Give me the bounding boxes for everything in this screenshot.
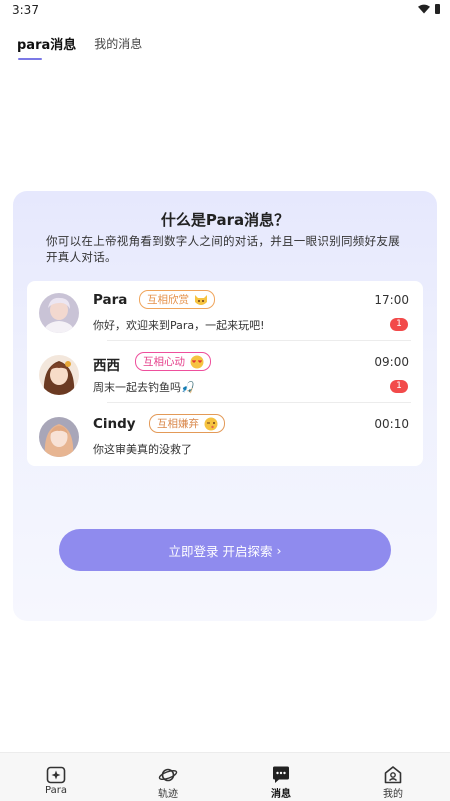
status-time: 3:37	[12, 3, 39, 17]
divider	[107, 340, 411, 341]
relation-badge: 互相欣赏	[139, 290, 215, 309]
chat-message-preview: 你这审美真的没救了	[93, 443, 192, 456]
top-tabs: para消息 我的消息	[17, 34, 142, 60]
cat-face-emoji-icon	[195, 294, 207, 305]
sample-chat-list: Para 互相欣赏 17:00 你好，欢迎来到Para，一起来玩吧! 1 西西 …	[27, 281, 423, 466]
promo-description: 你可以在上帝视角看到数字人之间的对话，并且一眼识别同频好友展开真人对话。	[46, 234, 400, 264]
relation-label: 互相嫌弃	[157, 418, 199, 430]
chat-time: 09:00	[374, 355, 409, 369]
planet-icon	[158, 768, 178, 782]
tab-my-messages[interactable]: 我的消息	[94, 35, 142, 53]
nav-track[interactable]: 轨迹	[112, 753, 224, 801]
avatar	[39, 417, 79, 457]
chat-item[interactable]: 西西 互相心动 09:00 周末一起去钓鱼吗🎣 1	[27, 343, 423, 403]
login-button-label: 立即登录 开启探索	[168, 543, 273, 559]
wifi-icon	[418, 4, 430, 14]
active-tab-indicator	[18, 58, 42, 60]
chat-item[interactable]: Cindy 互相嫌弃 00:10 你这审美真的没救了	[27, 405, 423, 465]
unread-badge: 1	[390, 380, 408, 393]
sparkle-square-icon	[46, 766, 66, 784]
status-icons	[418, 4, 440, 14]
unread-badge: 1	[390, 318, 408, 331]
chat-time: 00:10	[374, 417, 409, 431]
chat-time: 17:00	[374, 293, 409, 307]
home-user-icon	[384, 766, 402, 784]
nav-label: 消息	[271, 789, 291, 800]
status-bar: 3:37	[0, 0, 450, 22]
avatar	[39, 355, 79, 395]
nav-label: 轨迹	[158, 789, 178, 800]
chat-name: Cindy	[93, 416, 136, 432]
bottom-nav: Para 轨迹 消息 我的	[0, 752, 450, 801]
chat-message-preview: 周末一起去钓鱼吗🎣	[93, 381, 195, 394]
relation-badge: 互相心动	[135, 352, 211, 371]
login-explore-button[interactable]: 立即登录 开启探索 ›	[59, 529, 391, 571]
chat-name: 西西	[93, 358, 120, 374]
relation-label: 互相心动	[143, 356, 185, 368]
heart-face-emoji-icon	[190, 355, 204, 368]
nav-messages[interactable]: 消息	[225, 753, 337, 801]
chat-bubble-icon	[273, 766, 289, 783]
tab-para-messages-label: para消息	[17, 38, 77, 53]
nav-para[interactable]: Para	[0, 753, 112, 801]
chat-item[interactable]: Para 互相欣赏 17:00 你好，欢迎来到Para，一起来玩吧! 1	[27, 281, 423, 341]
avatar	[39, 293, 79, 333]
promo-title: 什么是Para消息？	[160, 211, 290, 229]
relation-badge: 互相嫌弃	[149, 414, 225, 433]
nav-mine[interactable]: 我的	[337, 753, 449, 801]
chevron-right-icon: ›	[276, 542, 282, 558]
nav-label: Para	[45, 785, 67, 796]
battery-icon	[435, 4, 440, 14]
promo-card: 什么是Para消息？ 你可以在上帝视角看到数字人之间的对话，并且一眼识别同频好友…	[13, 191, 437, 621]
chat-name: Para	[93, 292, 128, 308]
tab-para-messages[interactable]: para消息	[17, 34, 77, 60]
nav-label: 我的	[383, 789, 403, 800]
relation-label: 互相欣赏	[147, 294, 189, 306]
wink-face-emoji-icon	[204, 417, 218, 430]
divider	[107, 402, 411, 403]
chat-message-preview: 你好，欢迎来到Para，一起来玩吧!	[93, 319, 265, 332]
